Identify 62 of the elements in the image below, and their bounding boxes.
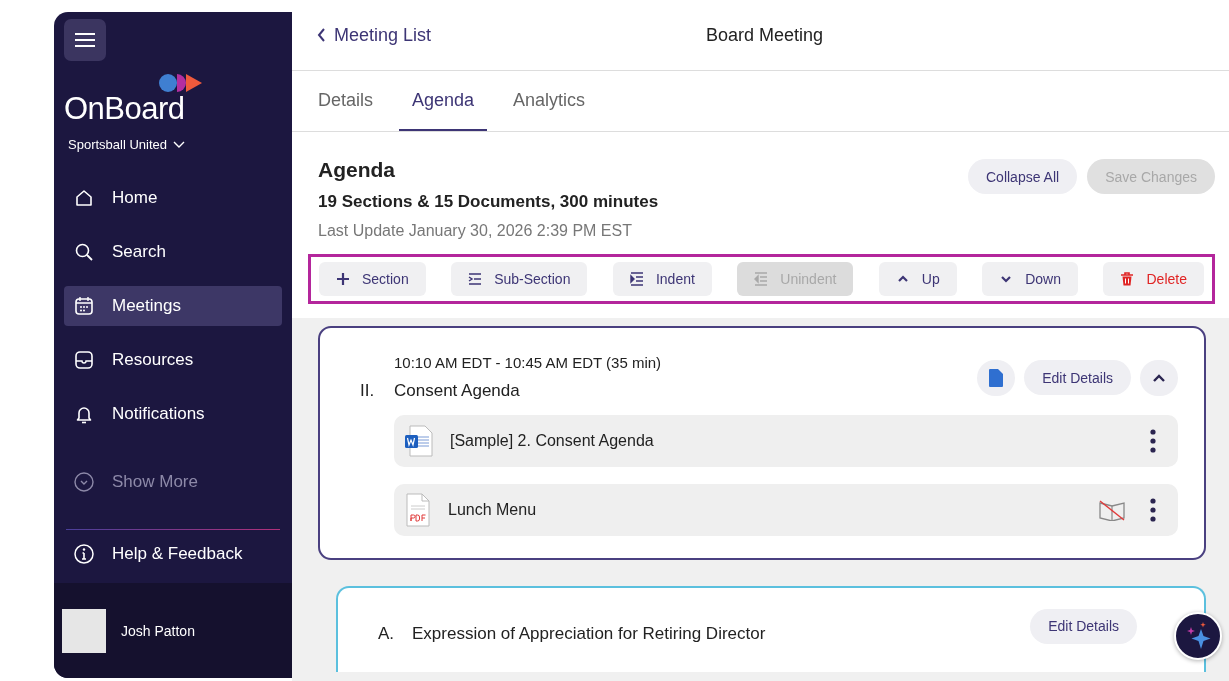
nav-item[interactable]: Resources [64,340,282,380]
toolbar-button[interactable]: Section [319,262,426,296]
kebab-icon [1150,498,1156,522]
agenda-section-card[interactable]: 10:10 AM EDT - 10:45 AM EDT (35 min) II. Consent Agenda Edit Details [Sample] 2. Consent Agenda Lunch Menu [318,326,1206,560]
tab[interactable]: Analytics [500,71,599,131]
logo-mark-icon [158,73,204,93]
section-title: Consent Agenda [394,381,520,401]
edit-details-button[interactable]: Edit Details [1024,360,1131,395]
nav-item[interactable]: Search [64,232,282,272]
edit-details-button[interactable]: Edit Details [1030,608,1137,644]
tab[interactable]: Details [305,71,387,131]
user-profile[interactable]: Josh Patton [54,583,292,678]
nav-item[interactable]: Notifications [64,394,282,434]
document-name: Lunch Menu [448,501,538,519]
collapse-button[interactable] [1140,359,1178,396]
section-title: Expression of Appreciation for Retiring Director [412,624,766,644]
back-link[interactable]: Meeting List [317,24,432,46]
kebab-icon [1150,429,1156,453]
chevron-left-icon [317,28,326,42]
document-row[interactable]: Lunch Menu [394,484,1178,536]
home-icon [73,187,95,209]
plus-icon [336,272,350,286]
show-more-button[interactable]: Show More [64,462,282,502]
section-time: 10:10 AM EDT - 10:45 AM EDT (35 min) [394,354,662,371]
info-icon [73,543,95,565]
nav-item[interactable]: Home [64,178,282,218]
document-row[interactable]: [Sample] 2. Consent Agenda [394,415,1178,467]
document-icon [989,368,1004,387]
avatar [62,608,106,653]
trash-icon [1120,272,1135,286]
pdf-document-icon [404,493,432,527]
chevron-circle-icon [73,471,95,493]
nav-item[interactable]: Meetings [64,286,282,326]
chevron-up-icon [1152,372,1166,383]
agenda-heading: Agenda [318,158,396,182]
chevron-down-icon [173,140,185,149]
menu-icon [75,32,95,48]
menu-button[interactable] [64,19,106,61]
document-button[interactable] [977,359,1016,396]
search-icon [73,241,95,263]
agenda-summary: 19 Sections & 15 Documents, 300 minutes [318,192,659,212]
organization-selector[interactable]: Sportsball United [68,137,292,152]
toolbar-button[interactable]: Up [878,262,957,296]
document-name: [Sample] 2. Consent Agenda [450,432,655,450]
toolbar-button[interactable]: Indent [612,262,712,296]
collapse-all-button[interactable]: Collapse All [968,159,1078,194]
tab[interactable]: Agenda [399,71,488,131]
toolbar-button[interactable]: Delete [1103,262,1204,296]
word-document-icon [404,425,434,457]
indent-icon [629,272,644,286]
subsection-icon [468,272,483,286]
toolbar-button[interactable]: Sub-Section [451,262,588,296]
section-number: II. [360,381,376,401]
unindent-icon [754,272,769,286]
calendar-icon [73,295,95,317]
section-number: A. [378,624,396,644]
agenda-section-card[interactable]: A. Expression of Appreciation for Retiring Director Edit Details [336,586,1206,672]
help-link[interactable]: Help & Feedback [64,534,282,574]
last-update-text: Last Update January 30, 2026 2:39 PM EST [318,222,633,240]
page-title: Board Meeting [706,24,824,46]
toolbar-button[interactable]: Down [982,262,1078,296]
logo-text: OnBoard [64,93,185,125]
